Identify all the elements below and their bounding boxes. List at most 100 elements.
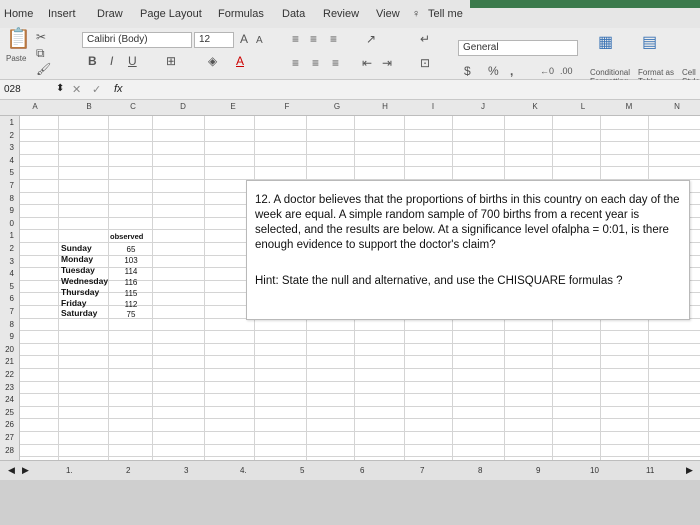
scroll-right-end-icon[interactable]: ▶ [686,465,693,476]
wrap-text-icon[interactable]: ↵ [420,32,430,46]
align-middle-icon[interactable]: ≡ [310,32,317,46]
column-header[interactable]: F [280,102,294,111]
fx-icon[interactable]: fx [114,83,123,95]
column-header[interactable]: B [82,102,96,111]
row-header[interactable]: 25 [0,408,14,417]
formula-bar: 028 ⬍ ✕ ✓ fx [0,80,700,100]
grow-font-button[interactable]: A [240,32,248,46]
format-as-table-icon[interactable]: ▤ [642,35,657,51]
day-label: Tuesday [61,264,95,275]
decrease-indent-icon[interactable]: ⇤ [362,56,372,70]
column-header[interactable]: K [528,102,542,111]
underline-button[interactable]: U [128,54,137,68]
paste-icon[interactable]: 📋 [6,29,31,49]
tab-page-layout[interactable]: Page Layout [140,8,202,20]
comma-button[interactable]: , [510,64,513,78]
cut-icon[interactable]: ✂ [36,30,46,44]
bold-button[interactable]: B [88,54,97,68]
percent-button[interactable]: % [488,64,499,78]
italic-button[interactable]: I [110,54,113,68]
row-header[interactable]: 4 [0,269,14,278]
column-header[interactable]: G [330,102,344,111]
column-header[interactable]: L [576,102,590,111]
increase-indent-icon[interactable]: ⇥ [382,56,392,70]
row-header[interactable]: 1 [0,231,14,240]
font-color-icon[interactable]: A [236,54,244,68]
conditional-formatting-icon[interactable]: ▦ [598,35,613,51]
row-header[interactable]: 20 [0,345,14,354]
copy-icon[interactable]: ⧉ [36,46,45,60]
align-bottom-icon[interactable]: ≡ [330,32,337,46]
row-header[interactable]: 23 [0,383,14,392]
orientation-icon[interactable]: ↗ [366,32,376,46]
tab-home[interactable]: Home [4,8,33,20]
row-header[interactable]: 9 [0,332,14,341]
align-left-icon[interactable]: ≡ [292,56,299,70]
row-header[interactable]: 28 [0,446,14,455]
row-header[interactable]: 24 [0,395,14,404]
align-center-icon[interactable]: ≡ [312,56,319,70]
decrease-decimal-icon[interactable]: .00 [560,64,573,78]
name-box-dropdown-icon[interactable]: ⬍ [56,83,64,94]
row-header[interactable]: 2 [0,131,14,140]
column-header[interactable]: H [378,102,392,111]
observed-value: 112 [124,299,138,309]
cancel-icon[interactable]: ✕ [72,83,81,96]
row-header[interactable]: 3 [0,257,14,266]
row-header[interactable]: 2 [0,244,14,253]
column-header[interactable]: M [622,102,636,111]
tell-me-search[interactable]: Tell me [428,8,463,20]
currency-button[interactable]: $ [464,64,471,78]
row-header[interactable]: 21 [0,357,14,366]
tab-view[interactable]: View [376,8,400,20]
align-top-icon[interactable]: ≡ [292,32,299,46]
row-header[interactable]: 26 [0,420,14,429]
question-text: 12. A doctor believes that the proportio… [255,194,680,251]
tab-review[interactable]: Review [323,8,359,20]
row-header[interactable]: 6 [0,294,14,303]
tab-formulas[interactable]: Formulas [218,8,264,20]
row-header[interactable]: 5 [0,282,14,291]
column-header[interactable]: C [126,102,140,111]
page-number: 11 [646,466,655,475]
column-header[interactable]: A [28,102,42,111]
question-text-box[interactable]: 12. A doctor believes that the proportio… [246,180,690,320]
number-format-select[interactable]: General [458,40,578,56]
row-header[interactable]: 4 [0,156,14,165]
borders-icon[interactable]: ⊞ [166,54,176,68]
grid-line [20,456,700,458]
column-header[interactable]: I [426,102,440,111]
fill-color-icon[interactable]: ◈ [208,54,217,68]
row-header[interactable]: 7 [0,307,14,316]
column-header[interactable]: D [176,102,190,111]
row-header[interactable]: 0 [0,219,14,228]
tab-data[interactable]: Data [282,8,305,20]
row-header[interactable]: 27 [0,433,14,442]
tab-draw[interactable]: Draw [97,8,123,20]
row-header[interactable]: 8 [0,194,14,203]
shrink-font-button[interactable]: A [256,34,263,48]
row-header[interactable]: 22 [0,370,14,379]
column-header[interactable]: N [670,102,684,111]
merge-center-icon[interactable]: ⊡ [420,56,430,70]
align-right-icon[interactable]: ≡ [332,56,339,70]
tab-insert[interactable]: Insert [48,8,76,20]
row-header[interactable]: 1 [0,118,14,127]
scroll-right-icon[interactable]: ▶ [22,465,29,476]
paste-label: Paste [6,54,27,63]
day-label: Thursday [61,286,100,297]
enter-icon[interactable]: ✓ [92,83,101,96]
name-box[interactable]: 028 [4,84,21,95]
format-painter-icon[interactable]: 🖌 [36,62,51,76]
font-size-select[interactable]: 12 [194,32,234,48]
font-name-select[interactable]: Calibri (Body) [82,32,192,48]
increase-decimal-icon[interactable]: ←0 [540,64,554,78]
row-header[interactable]: 7 [0,181,14,190]
row-header[interactable]: 8 [0,320,14,329]
scroll-left-icon[interactable]: ◀ [8,465,15,476]
column-header[interactable]: E [226,102,240,111]
row-header[interactable]: 9 [0,206,14,215]
row-header[interactable]: 5 [0,168,14,177]
column-header[interactable]: J [476,102,490,111]
row-header[interactable]: 3 [0,143,14,152]
